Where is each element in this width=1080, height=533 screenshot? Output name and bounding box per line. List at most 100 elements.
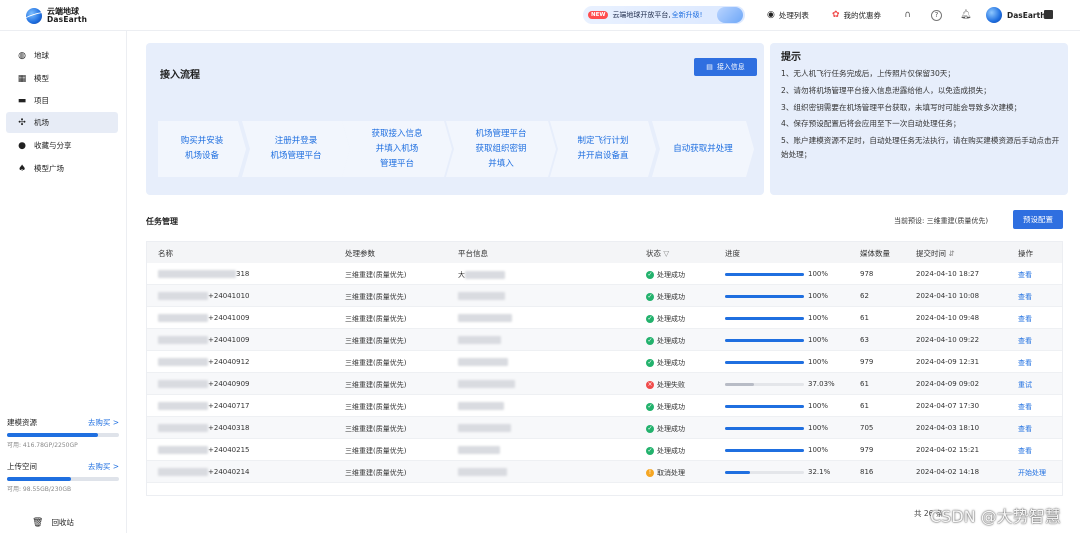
status-ok-icon: ✓ xyxy=(646,425,654,433)
row-action-link[interactable]: 开始处理 xyxy=(1018,468,1046,478)
user-icon: ● xyxy=(18,140,26,151)
drone-icon: ✣ xyxy=(18,117,26,128)
task-platform xyxy=(458,468,507,476)
task-name: +24040717 xyxy=(158,402,250,410)
row-action-link[interactable]: 查看 xyxy=(1018,314,1032,324)
media-count: 61 xyxy=(860,380,869,388)
status-badge: ✓ 处理成功 xyxy=(646,293,685,301)
table-row: +24040717 三维重建(质量优先) ✓ 处理成功 100% 61 2024-04-07… xyxy=(147,395,1062,417)
buy-link[interactable]: 去购买 > xyxy=(88,417,119,428)
task-list-button[interactable]: ◉ 处理列表 xyxy=(767,10,809,21)
progress-fill xyxy=(725,317,804,320)
filter-icon[interactable]: ▽ xyxy=(663,249,669,258)
sort-icon[interactable]: ⇵ xyxy=(948,249,954,258)
media-count: 705 xyxy=(860,424,874,432)
sidebar-item-favorites[interactable]: ● 收藏与分享 xyxy=(6,135,118,156)
help-icon[interactable]: ? xyxy=(931,10,942,21)
media-count: 61 xyxy=(860,402,869,410)
compass-icon: ◍ xyxy=(18,50,26,61)
resource-bar xyxy=(7,477,119,481)
watermark: CSDN @大势智慧 xyxy=(930,507,1061,526)
row-action-link[interactable]: 重试 xyxy=(1018,380,1032,390)
progress-bar xyxy=(725,361,804,364)
col-status[interactable]: 状态 ▽ xyxy=(646,248,669,259)
row-action-link[interactable]: 查看 xyxy=(1018,446,1032,456)
flow-step: 获取接入信息 并填入机场 管理平台 xyxy=(342,121,452,177)
task-platform xyxy=(458,358,508,366)
media-count: 61 xyxy=(860,314,869,322)
app-logo[interactable]: 云端地球 DasEarth xyxy=(26,8,87,24)
row-action-link[interactable]: 查看 xyxy=(1018,402,1032,412)
task-param: 三维重建(质量优先) xyxy=(345,271,407,279)
table-row: +24041010 三维重建(质量优先) ✓ 处理成功 100% 62 2024-04-10… xyxy=(147,285,1062,307)
avatar[interactable] xyxy=(986,7,1002,23)
sidebar-item-label: 地球 xyxy=(34,51,49,60)
progress-fill xyxy=(725,295,804,298)
flow-step: 注册并登录 机场管理平台 xyxy=(242,121,350,177)
status-ok-icon: ✓ xyxy=(646,447,654,455)
status-ok-icon: ✓ xyxy=(646,359,654,367)
progress-text: 37.03% xyxy=(808,380,835,388)
row-action-link[interactable]: 查看 xyxy=(1018,292,1032,302)
resource-bar-fill xyxy=(7,433,98,437)
status-badge: ! 取消处理 xyxy=(646,468,685,478)
task-name: +24040912 xyxy=(158,358,250,366)
task-name: 318 xyxy=(158,270,249,278)
headset-icon[interactable]: ∩ xyxy=(902,10,913,21)
task-param: 三维重建(质量优先) xyxy=(345,447,407,455)
progress-fill xyxy=(725,449,804,452)
trash-icon: 🗑︎ xyxy=(32,517,44,528)
tips-title: 提示 xyxy=(781,52,801,63)
preset-config-button[interactable]: 预设配置 xyxy=(1013,210,1063,229)
promo-link[interactable]: 全新升级! xyxy=(672,10,703,20)
progress-bar xyxy=(725,449,804,452)
table-row: +24041009 三维重建(质量优先) ✓ 处理成功 100% 63 2024-04-10… xyxy=(147,329,1062,351)
progress-bar xyxy=(725,295,804,298)
promo-text: 云端地球开放平台, xyxy=(612,11,671,19)
bell-icon[interactable]: 🔔︎ xyxy=(960,10,971,21)
redacted-block xyxy=(158,424,208,432)
sidebar-item-projects[interactable]: ▬ 项目 xyxy=(6,90,118,111)
sidebar-item-label: 模型广场 xyxy=(34,164,64,173)
progress-fill xyxy=(725,339,804,342)
recycle-bin-button[interactable]: 🗑︎ 回收站 xyxy=(32,517,74,528)
progress-fill xyxy=(725,471,751,474)
username[interactable]: DasEarth xyxy=(1007,11,1046,20)
row-action-link[interactable]: 查看 xyxy=(1018,270,1032,280)
row-action-link[interactable]: 查看 xyxy=(1018,336,1032,346)
col-time[interactable]: 提交时间 ⇵ xyxy=(916,248,955,259)
progress-fill xyxy=(725,361,804,364)
task-platform: 大 xyxy=(458,270,505,280)
row-action-link[interactable]: 查看 xyxy=(1018,424,1032,434)
redacted-block xyxy=(458,336,501,344)
status-badge: ✓ 处理成功 xyxy=(646,315,685,323)
redacted-block xyxy=(458,380,515,388)
row-action-link[interactable]: 查看 xyxy=(1018,358,1032,368)
promo-banner[interactable]: NEW 云端地球开放平台, 全新升级! xyxy=(583,6,745,24)
sidebar-item-label: 模型 xyxy=(34,74,49,83)
task-name: +24040318 xyxy=(158,424,250,432)
progress-bar xyxy=(725,471,804,474)
buy-link[interactable]: 去购买 > xyxy=(88,461,119,472)
table-row: +24040912 三维重建(质量优先) ✓ 处理成功 100% 979 2024-04-0… xyxy=(147,351,1062,373)
coupons-button[interactable]: ✿ 我的优惠券 xyxy=(832,10,881,21)
tip-item: 4、保存预设配置后将会应用至下一次自动处理任务； xyxy=(781,119,961,129)
redacted-block xyxy=(158,380,208,388)
sidebar-item-model-square[interactable]: ♠ 模型广场 xyxy=(6,158,118,179)
task-param: 三维重建(质量优先) xyxy=(345,293,407,301)
earth-logo-icon xyxy=(26,8,42,24)
status-fail-icon: × xyxy=(646,381,654,389)
progress-bar xyxy=(725,273,804,276)
task-name: +24040215 xyxy=(158,446,250,454)
access-info-button[interactable]: ▤ 接入信息 xyxy=(694,58,757,76)
flow-step: 购买并安装 机场设备 xyxy=(158,121,246,177)
sidebar-item-earth[interactable]: ◍ 地球 xyxy=(6,45,118,66)
submit-time: 2024-04-10 09:22 xyxy=(916,336,980,344)
status-badge: ✓ 处理成功 xyxy=(646,359,685,367)
sidebar-item-airport[interactable]: ✣ 机场 xyxy=(6,112,118,133)
flow-step: 制定飞行计划 并开启设备直 xyxy=(550,121,656,177)
progress-fill xyxy=(725,427,804,430)
redacted-block xyxy=(458,358,508,366)
sidebar-item-models[interactable]: ▦ 模型 xyxy=(6,68,118,89)
col-platform: 平台信息 xyxy=(458,249,488,258)
